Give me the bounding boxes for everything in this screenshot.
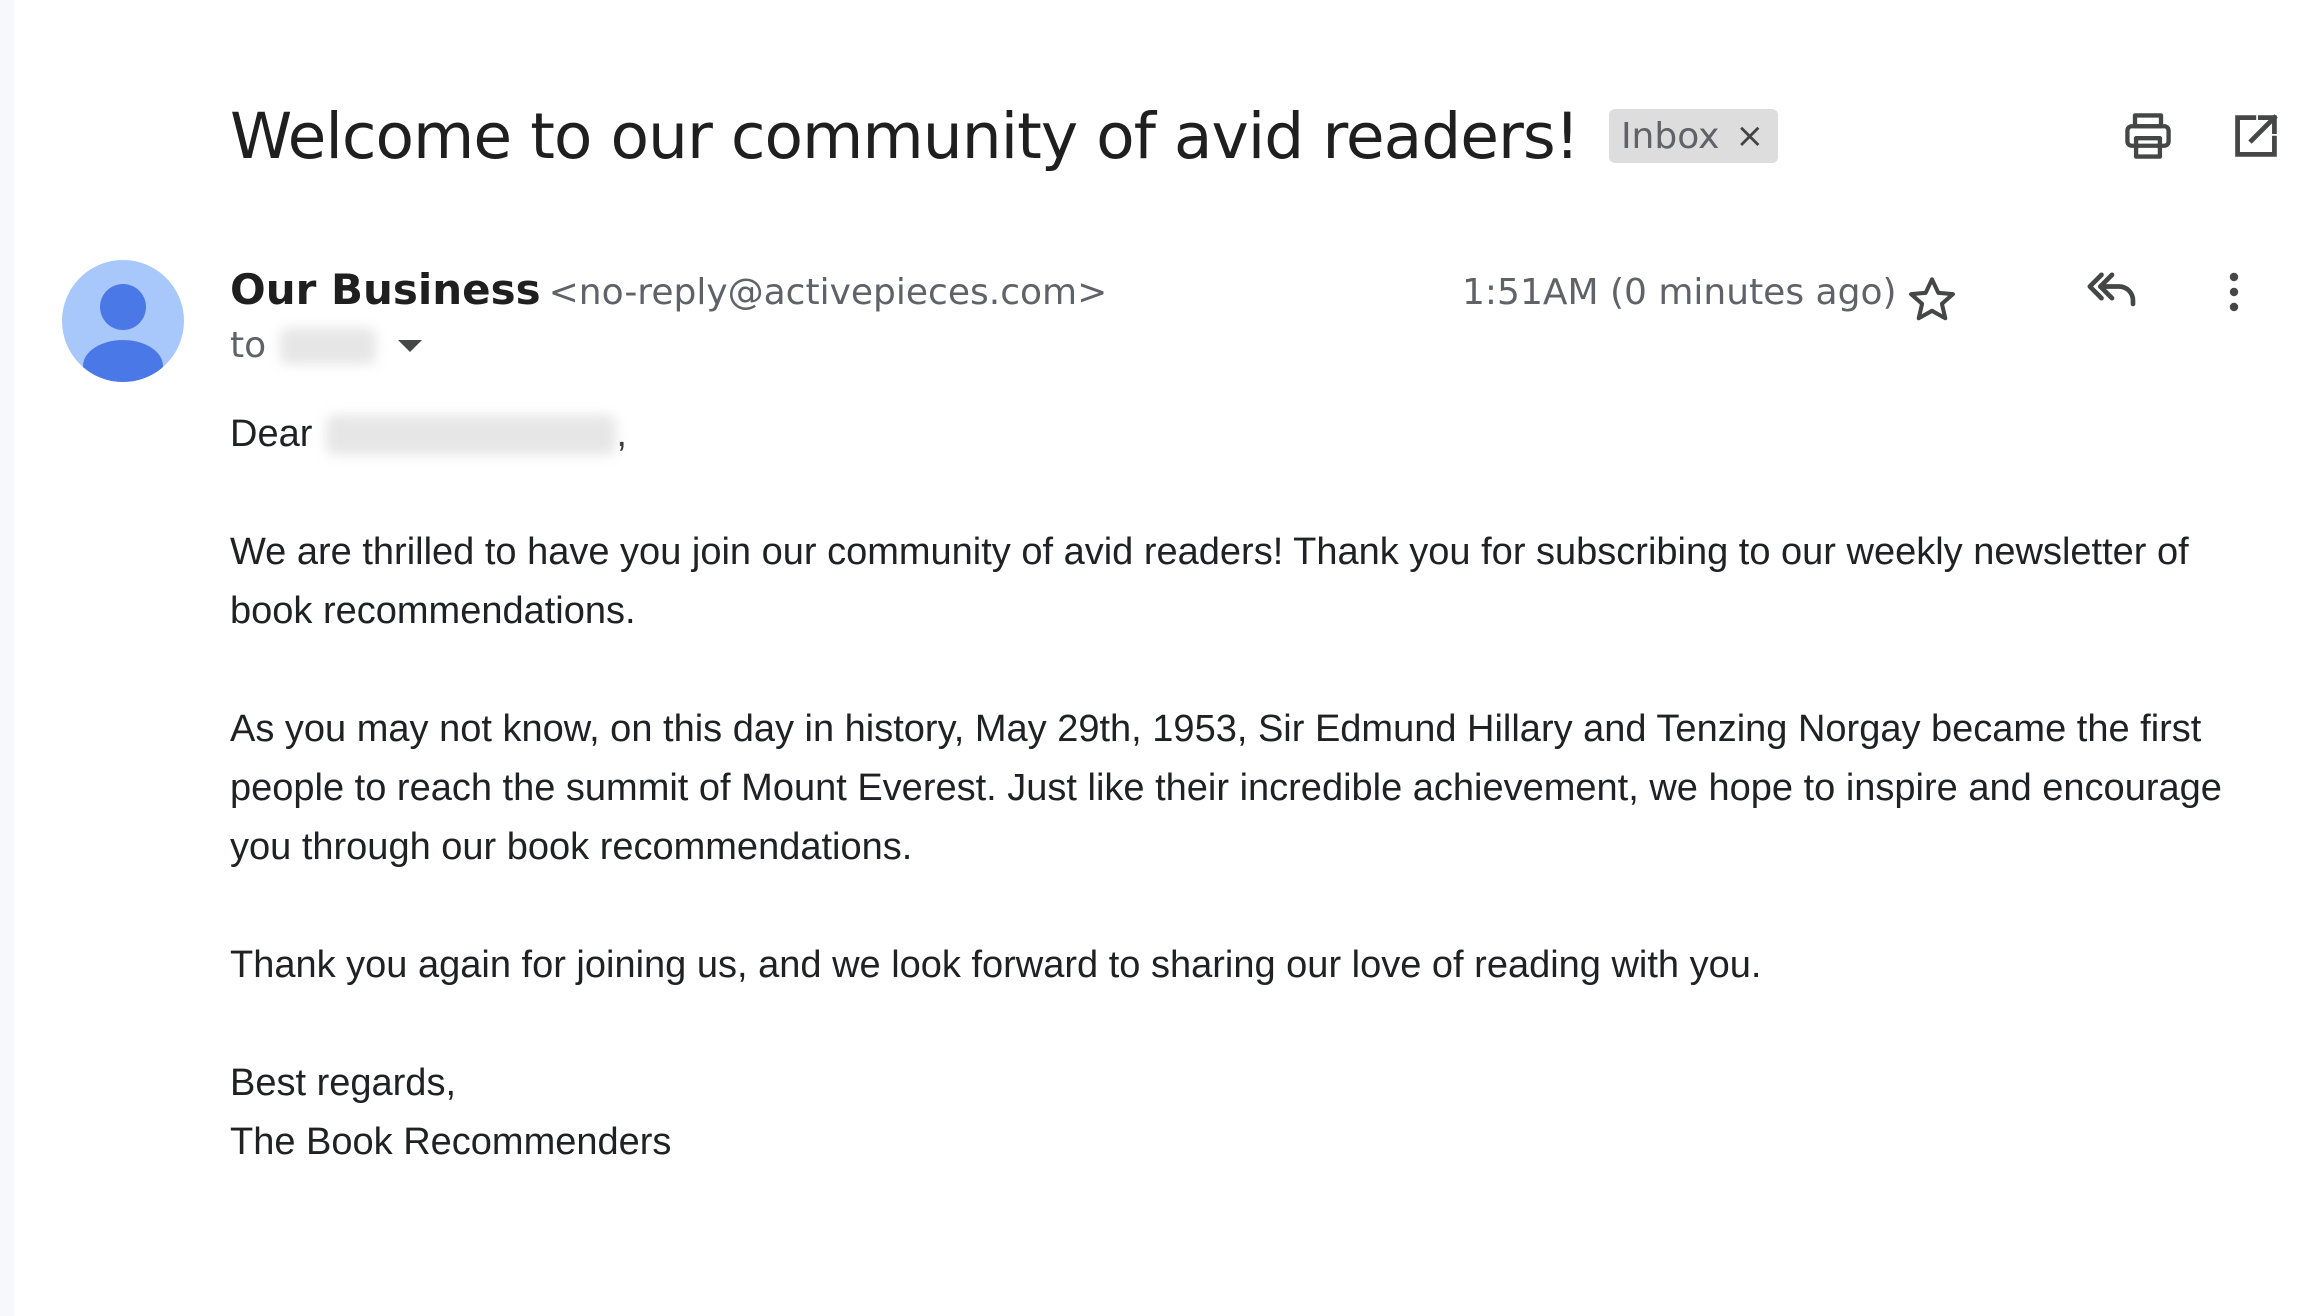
- sender-avatar[interactable]: [62, 260, 184, 382]
- email-body: Dear , We are thrilled to have you join …: [230, 405, 2270, 1172]
- print-button[interactable]: [2116, 104, 2180, 168]
- left-panel-edge: [0, 0, 14, 1316]
- email-timestamp: 1:51AM (0 minutes ago): [1462, 272, 1897, 313]
- star-outline-icon: [1909, 277, 1955, 321]
- signature: The Book Recommenders: [230, 1121, 672, 1163]
- open-in-new-window-icon: [2235, 114, 2278, 157]
- subject-row: Welcome to our community of avid readers…: [230, 88, 1778, 184]
- recipient-line: to: [230, 325, 424, 366]
- body-paragraph: We are thrilled to have you join our com…: [230, 531, 2189, 632]
- signoff: Best regards,: [230, 1062, 456, 1104]
- open-in-new-window-button[interactable]: [2224, 104, 2288, 168]
- sender-name[interactable]: Our Business: [230, 265, 541, 314]
- redacted-recipient-name: [326, 414, 617, 455]
- greeting-line: Dear ,: [230, 405, 2270, 464]
- greeting-text: Dear: [230, 413, 313, 455]
- star-button[interactable]: [1900, 268, 1964, 332]
- remove-label-icon[interactable]: ×: [1735, 116, 1764, 156]
- inbox-label-chip[interactable]: Inbox ×: [1608, 109, 1778, 163]
- print-icon: [2125, 113, 2171, 159]
- to-label: to: [230, 325, 267, 366]
- body-paragraph: Thank you again for joining us, and we l…: [230, 944, 1762, 986]
- email-subject: Welcome to our community of avid readers…: [230, 99, 1580, 173]
- sender-email: <no-reply@activepieces.com>: [548, 272, 1108, 313]
- more-vertical-icon: [2229, 272, 2239, 312]
- body-paragraph: As you may not know, on this day in hist…: [230, 708, 2222, 868]
- greeting-comma: ,: [616, 413, 627, 455]
- show-details-button[interactable]: [396, 338, 424, 354]
- reply-all-button[interactable]: [2080, 258, 2144, 322]
- reply-all-icon: [2087, 272, 2136, 307]
- sender-line: Our Business <no-reply@activepieces.com>: [230, 265, 1107, 314]
- person-avatar-icon: [83, 284, 163, 382]
- more-options-button[interactable]: [2202, 260, 2266, 324]
- caret-down-icon: [398, 339, 423, 352]
- signature-block: Best regards, The Book Recommenders: [230, 1054, 2270, 1172]
- redacted-recipient: [280, 327, 377, 364]
- label-text: Inbox: [1620, 115, 1720, 157]
